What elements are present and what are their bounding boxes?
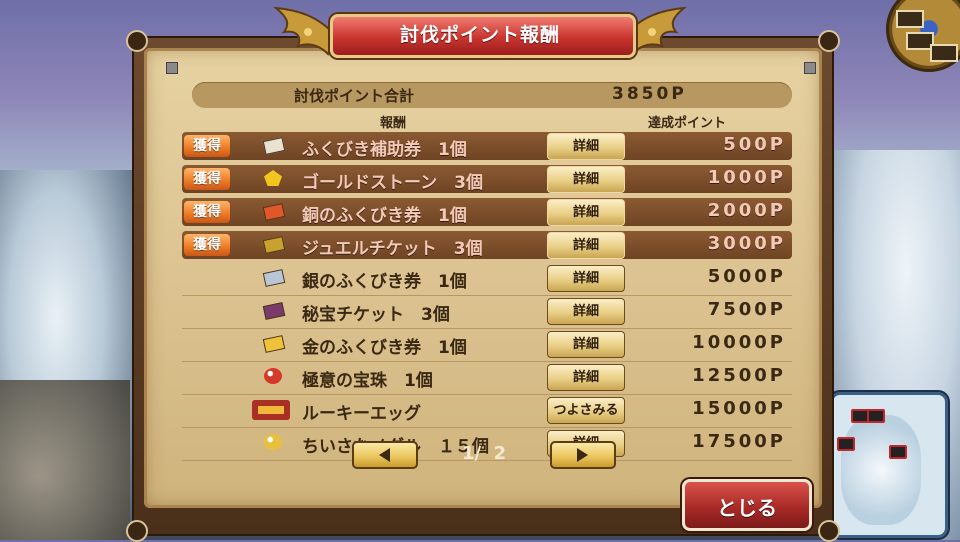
reward-list-area: 討伐ポイント合計 3850P 報酬 達成ポイント 獲得 ふくびき補助券 1個 詳細 5…: [144, 48, 822, 508]
required-points: 10000P: [692, 332, 786, 353]
required-points: 3000P: [707, 233, 786, 254]
detail-button[interactable]: 詳細: [547, 166, 625, 193]
ticket-icon: [262, 335, 286, 353]
enemy-marker-icon: [889, 445, 907, 459]
menu-orb-button[interactable]: [886, 0, 960, 72]
row-divider: [182, 328, 792, 329]
ornament-corner-icon: [126, 520, 148, 542]
reward-column-header: 報酬: [380, 116, 407, 131]
page-indicator: 1/ 2: [462, 443, 506, 464]
row-divider: [182, 361, 792, 362]
detail-button[interactable]: 詳細: [547, 298, 625, 325]
reward-row: 秘宝チケット 3個 詳細 7500P: [182, 297, 792, 329]
reward-row: ルーキーエッグ つよさみる 15000P: [182, 396, 792, 428]
reward-name: 銀のふくびき券 1個: [302, 272, 467, 292]
total-pages: 2: [493, 443, 507, 464]
row-divider: [182, 427, 792, 428]
enemy-marker-icon: [867, 409, 885, 423]
close-button[interactable]: とじる: [682, 479, 812, 531]
jewel-ticket-icon: [262, 236, 286, 254]
detail-button[interactable]: 詳細: [547, 133, 625, 160]
view-stats-button[interactable]: つよさみる: [547, 397, 625, 424]
reward-name: 極意の宝珠 1個: [302, 371, 433, 391]
total-points-value: 3850P: [612, 84, 687, 104]
acquired-badge: 獲得: [184, 234, 230, 256]
medal-icon: [264, 434, 282, 450]
acquired-badge: 獲得: [184, 168, 230, 190]
ticket-icon: [262, 269, 286, 287]
reward-name: ルーキーエッグ: [302, 404, 421, 424]
page-title: 討伐ポイント報酬: [399, 24, 560, 46]
prev-page-button[interactable]: [352, 441, 418, 469]
reward-row: 金のふくびき券 1個 詳細 10000P: [182, 330, 792, 362]
detail-button[interactable]: 詳細: [547, 265, 625, 292]
row-divider: [182, 394, 792, 395]
minimap[interactable]: [830, 392, 948, 538]
detail-button[interactable]: 詳細: [547, 232, 625, 259]
reward-name: 金のふくびき券 1個: [302, 338, 467, 358]
reward-name: ゴールドストーン 3個: [302, 173, 483, 193]
reward-name: ふくびき補助券 1個: [302, 140, 467, 160]
total-points-label: 討伐ポイント合計: [294, 87, 415, 105]
reward-row: 獲得 銅のふくびき券 1個 詳細 2000P: [182, 198, 792, 226]
treasure-ticket-icon: [262, 302, 286, 320]
reward-row: 獲得 ゴールドストーン 3個 詳細 1000P: [182, 165, 792, 193]
gold-stone-icon: [264, 170, 282, 186]
next-page-button[interactable]: [550, 441, 616, 469]
reward-row: 獲得 ジュエルチケット 3個 詳細 3000P: [182, 231, 792, 259]
required-points: 17500P: [692, 431, 786, 452]
scroll-marker-icon: [166, 62, 178, 74]
close-button-label: とじる: [717, 496, 777, 520]
detail-button[interactable]: 詳細: [547, 331, 625, 358]
arrow-right-icon: [577, 448, 588, 462]
current-page: 1: [462, 443, 475, 464]
title-banner: 討伐ポイント報酬: [272, 6, 688, 58]
detail-button[interactable]: 詳細: [547, 364, 625, 391]
total-points-bar: 討伐ポイント合計 3850P: [192, 82, 792, 108]
minimap-land: [841, 415, 921, 525]
ornament-corner-icon: [818, 30, 840, 52]
menu-slot-icon: [930, 44, 958, 62]
reward-name: 秘宝チケット 3個: [302, 305, 450, 325]
ornament-corner-icon: [818, 520, 840, 542]
rocky-cliff: [0, 380, 130, 540]
required-points: 7500P: [707, 299, 786, 320]
reward-row: 銀のふくびき券 1個 詳細 5000P: [182, 264, 792, 296]
row-divider: [182, 295, 792, 296]
ticket-icon: [262, 137, 286, 155]
required-points: 5000P: [707, 266, 786, 287]
required-points: 500P: [723, 134, 786, 155]
acquired-badge: 獲得: [184, 135, 230, 157]
required-points: 2000P: [707, 200, 786, 221]
enemy-marker-icon: [837, 437, 855, 451]
acquired-badge: 獲得: [184, 201, 230, 223]
arrow-left-icon: [379, 448, 390, 462]
orb-icon: [264, 368, 282, 384]
egg-icon: [252, 400, 290, 420]
reward-row: 獲得 ふくびき補助券 1個 詳細 500P: [182, 132, 792, 160]
reward-name: ジュエルチケット 3個: [302, 239, 483, 259]
detail-button[interactable]: 詳細: [547, 199, 625, 226]
reward-row: 極意の宝珠 1個 詳細 12500P: [182, 363, 792, 395]
required-points: 15000P: [692, 398, 786, 419]
ornament-corner-icon: [126, 30, 148, 52]
page-separator: /: [474, 443, 482, 464]
ticket-icon: [262, 203, 286, 221]
reward-name: 銅のふくびき券 1個: [302, 206, 467, 226]
menu-slot-icon: [896, 10, 924, 28]
gold-wing-ornament-icon: [272, 6, 338, 56]
scroll-marker-icon: [804, 62, 816, 74]
points-column-header: 達成ポイント: [648, 116, 727, 131]
required-points: 12500P: [692, 365, 786, 386]
required-points: 1000P: [707, 167, 786, 188]
